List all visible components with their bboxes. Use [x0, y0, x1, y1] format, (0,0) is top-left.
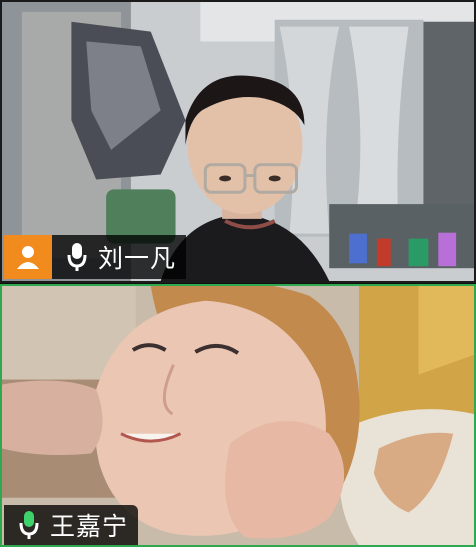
meeting-gallery-view: 刘一凡 王嘉宁: [0, 0, 476, 547]
participant-name: 王嘉宁: [50, 513, 129, 541]
mic-icon: [14, 507, 44, 543]
participant-name: 刘一凡: [98, 245, 177, 273]
person-icon: [4, 235, 52, 279]
video-tile-participant-2[interactable]: 王嘉宁: [0, 284, 476, 547]
participant-name-bar: 刘一凡: [4, 235, 187, 279]
video-tile-participant-1[interactable]: 刘一凡: [0, 0, 476, 283]
participant-name-bar: 王嘉宁: [4, 505, 139, 545]
mic-icon: [62, 239, 92, 275]
